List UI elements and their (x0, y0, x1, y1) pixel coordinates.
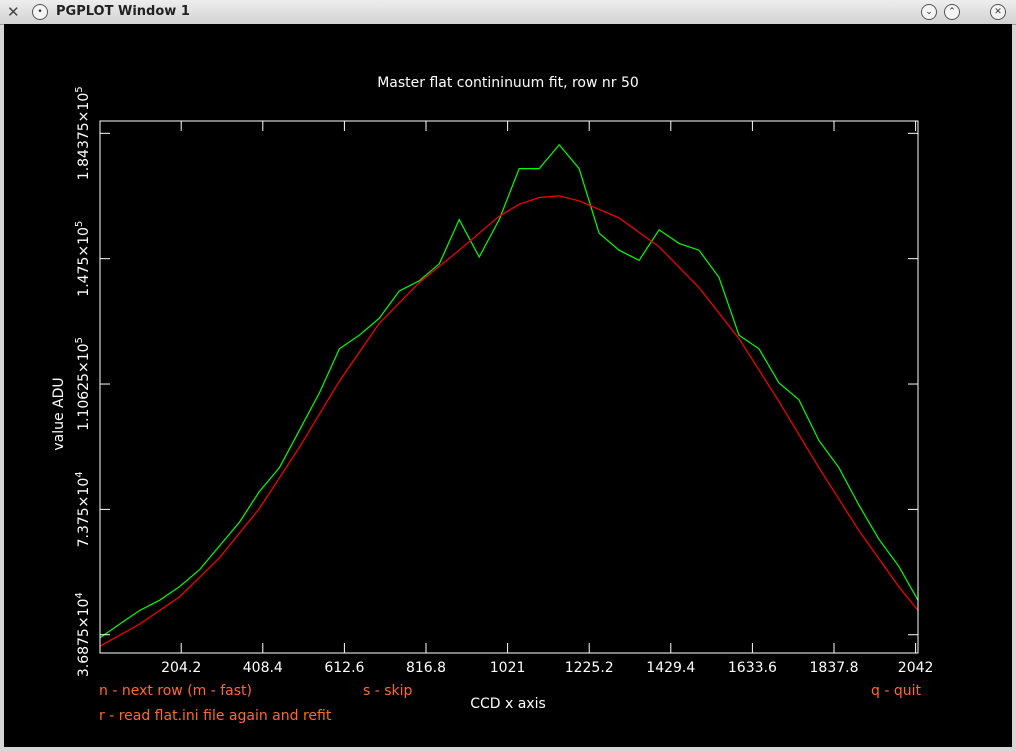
x-tick-label: 816.8 (406, 660, 446, 676)
y-tick-label: 1.10625×105 (74, 337, 92, 431)
x-axis-label: CCD x axis (470, 696, 546, 712)
y-tick-label: 7.375×104 (74, 471, 92, 547)
window-title: PGPLOT Window 1 (56, 4, 190, 19)
chart-svg: Master flat contininuum fit, row nr 50 2… (51, 75, 934, 724)
y-tick-label: 3.6875×104 (74, 592, 92, 677)
y-axis-label: value ADU (51, 377, 67, 450)
chevron-down-icon[interactable]: ⌄ (921, 4, 937, 20)
x-tick-label: 1633.6 (728, 660, 777, 676)
help-skip: s - skip (363, 683, 413, 699)
pgplot-canvas: Master flat contininuum fit, row nr 50 2… (4, 24, 1012, 747)
y-tick-label: 1.84375×105 (74, 86, 92, 180)
chart-title: Master flat contininuum fit, row nr 50 (377, 75, 639, 91)
window-titlebar: ✕ • PGPLOT Window 1 ⌄ ⌃ ✕ (0, 0, 1016, 25)
x-tick-label: 1225.2 (565, 660, 614, 676)
x-icon: ✕ (7, 3, 20, 21)
fit-curve-line (99, 195, 919, 647)
x-tick-label: 612.6 (324, 660, 364, 676)
x-tick-label: 2042 (898, 660, 934, 676)
y-tick-label: 1.475×105 (74, 221, 92, 297)
data-series-line (99, 143, 919, 639)
help-quit: q - quit (871, 683, 921, 699)
x-tick-label: 1021 (490, 660, 526, 676)
x-tick-label: 408.4 (243, 660, 283, 676)
help-next-row: n - next row (m - fast) (99, 683, 252, 699)
plot-frame (99, 120, 919, 654)
menu-icon[interactable]: • (32, 4, 48, 20)
x-tick-label: 1837.8 (810, 660, 859, 676)
x-tick-label: 204.2 (161, 660, 201, 676)
x-tick-label: 1429.4 (646, 660, 695, 676)
close-icon[interactable]: ✕ (990, 4, 1006, 20)
help-reread: r - read flat.ini file again and refit (99, 708, 332, 724)
chevron-up-icon[interactable]: ⌃ (944, 4, 960, 20)
